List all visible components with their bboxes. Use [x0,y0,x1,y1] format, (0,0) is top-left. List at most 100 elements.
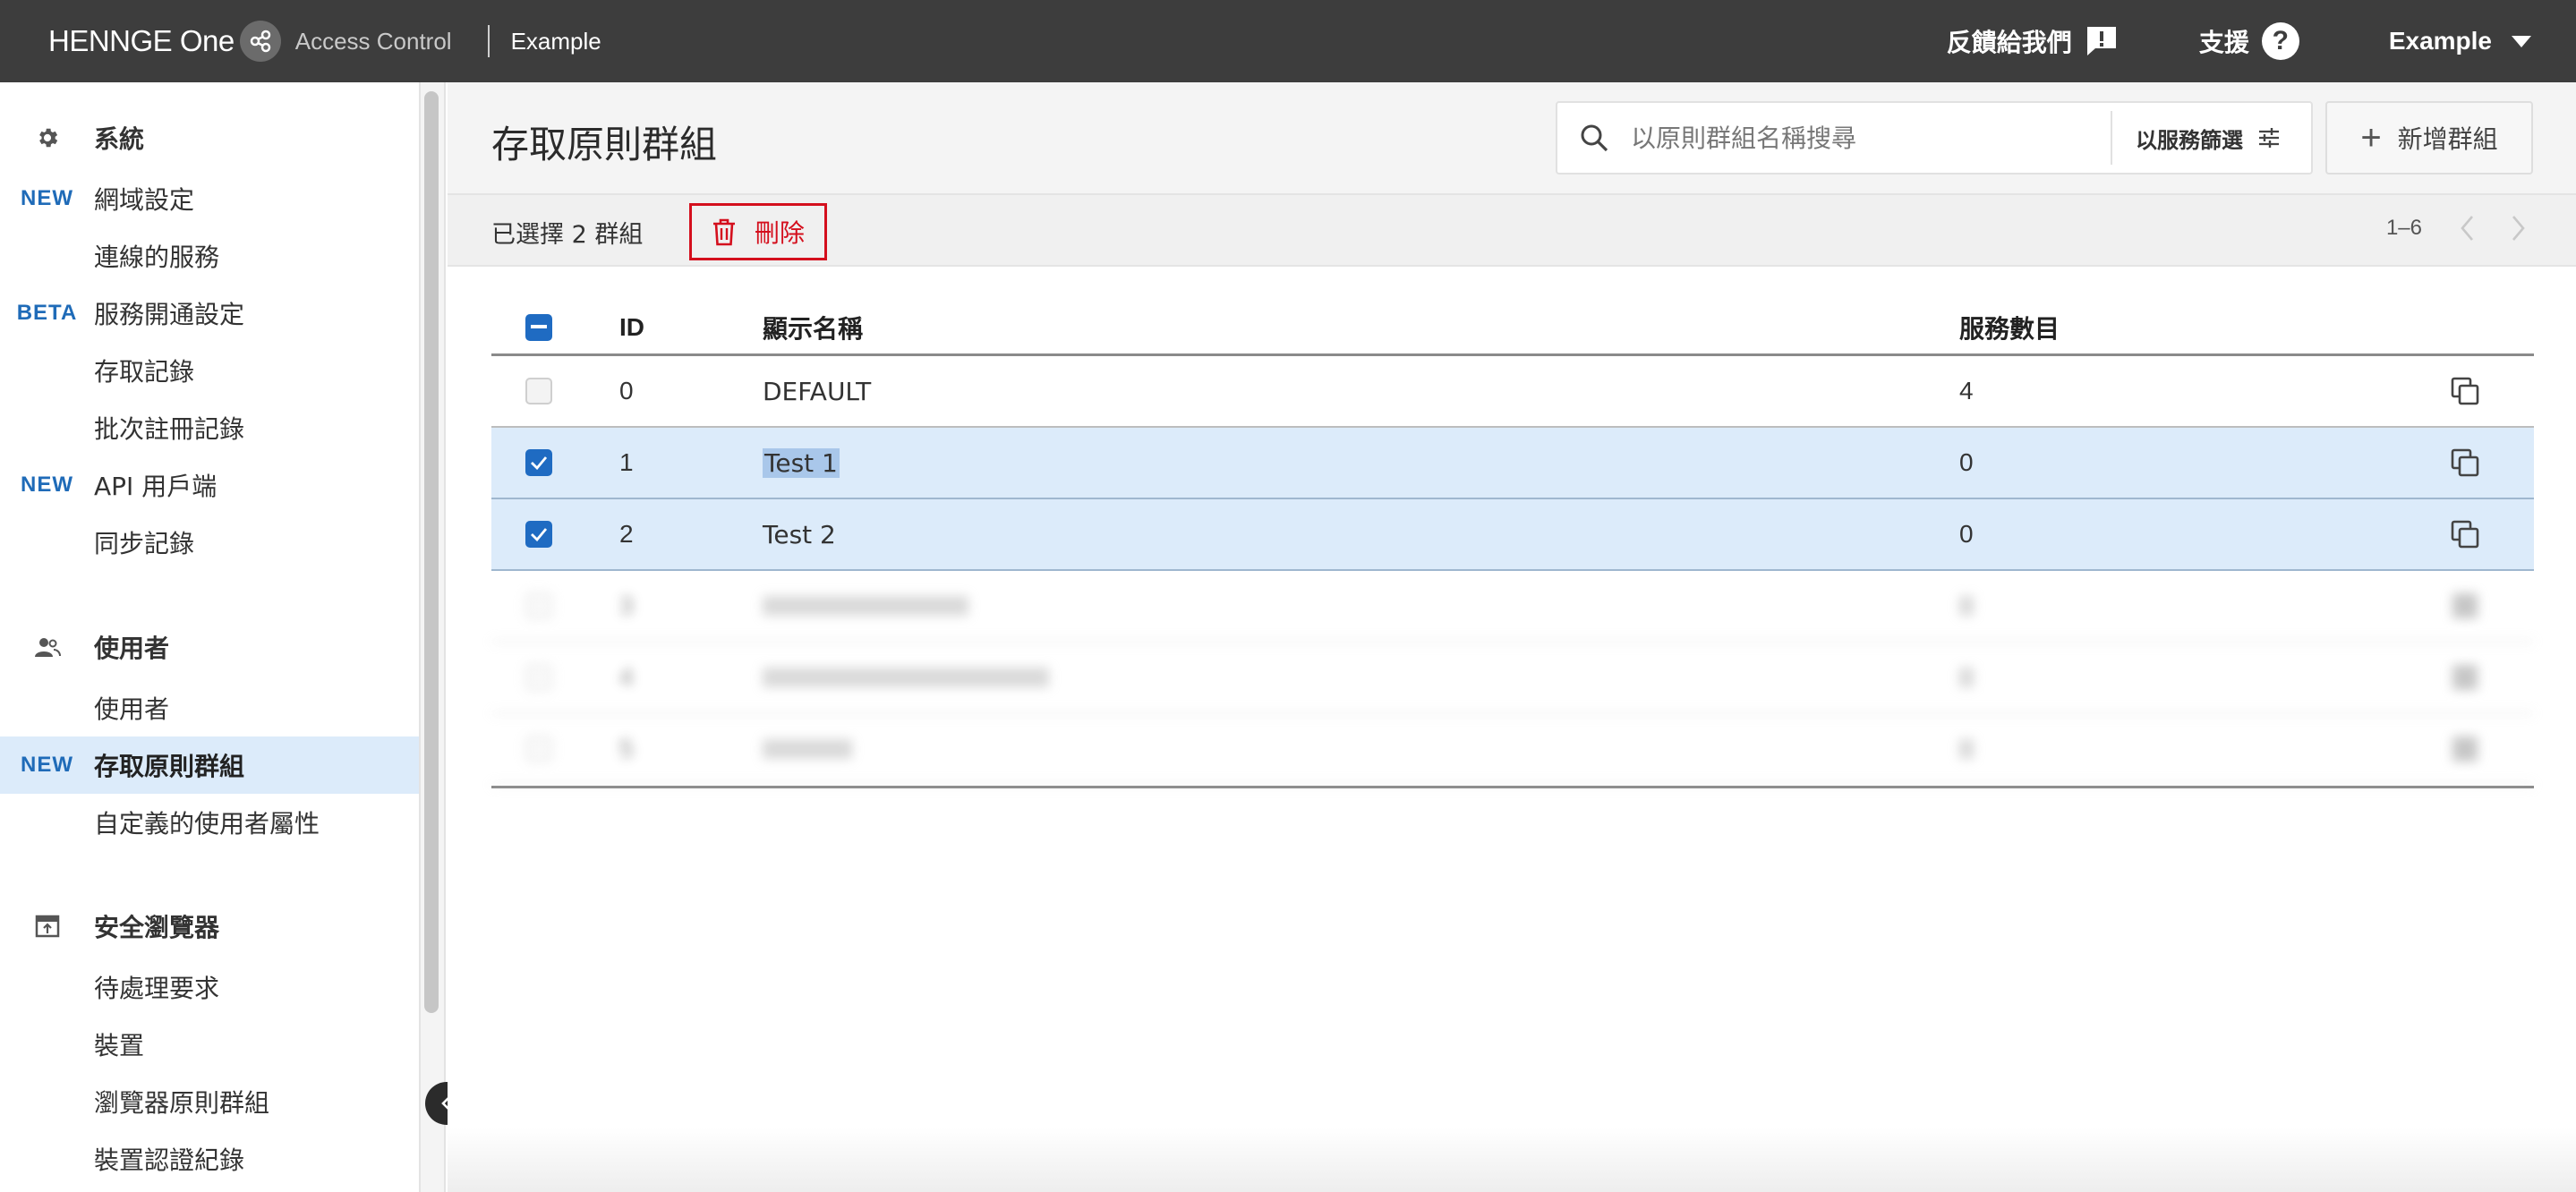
row-checkbox[interactable] [525,356,552,426]
pagination-range: 1–6 [2385,216,2422,240]
row-checkbox[interactable] [525,499,552,569]
brand[interactable]: HENNGE One Access Control Example [48,20,601,63]
row-name-redacted [763,643,1049,712]
selection-count: 已選擇 2 群組 [491,221,644,249]
feedback-icon [2085,25,2119,57]
filter-label: 以服務篩選 [2136,127,2243,153]
filter-by-service-button[interactable]: 以服務篩選 [2111,111,2311,165]
page-header: 存取原則群組 以服務篩選 [448,82,2576,193]
sidebar-section-label: 安全瀏覽器 [94,913,220,942]
sidebar-item-label: 網域設定 [94,185,195,215]
row-id: 0 [619,377,634,404]
row-name-redacted [763,714,852,784]
sidebar-section-label: 使用者 [94,634,170,663]
sidebar-item-connected-services[interactable]: 連線的服務 [0,227,419,285]
select-all-checkbox[interactable] [525,301,552,353]
table-row-blurred: 5 [491,714,2534,786]
user-menu[interactable]: Example [2389,27,2531,55]
sidebar-item-label: 自定義的使用者屬性 [94,809,320,839]
sidebar-item-api-clients[interactable]: NEW API 用戶端 [0,456,419,514]
sidebar-item-label: 使用者 [94,694,170,724]
browser-icon [0,915,94,938]
sidebar-item-custom-attributes[interactable]: 自定義的使用者屬性 [0,794,419,851]
copy-icon[interactable] [2450,499,2480,569]
copy-icon[interactable] [2450,428,2480,498]
next-page-button[interactable] [2512,215,2526,242]
copy-icon [2450,714,2480,784]
copy-icon [2450,643,2480,712]
row-checkbox [525,643,552,712]
sidebar-item-access-policy-groups[interactable]: NEW 存取原則群組 [0,736,419,794]
gear-icon [0,125,94,150]
row-service-count: 0 [1959,448,1974,476]
sidebar-item-device-auth-logs[interactable]: 裝置認證紀錄 [0,1130,419,1188]
sidebar-section-users: 使用者 [0,620,419,674]
row-name[interactable]: Test 1 [763,428,840,498]
search-input[interactable] [1631,111,2111,165]
row-count-redacted [1959,714,1974,784]
sidebar-item-sync-logs[interactable]: 同步記錄 [0,514,419,571]
support-link[interactable]: 支援 ? [2199,22,2299,60]
top-actions: 反饋給我們 支援 ? Example [1866,20,2531,63]
sidebar-section-secure-browser: 安全瀏覽器 [0,899,419,953]
sidebar-item-devices[interactable]: 裝置 [0,1016,419,1073]
sidebar-item-browser-policy-groups[interactable]: 瀏覽器原則群組 [0,1073,419,1130]
new-badge: NEW [21,186,73,210]
row-id: 1 [619,448,634,476]
sidebar-item-label: 待處理要求 [94,974,220,1003]
brand-logo-icon [239,21,281,62]
plus-icon: + [2360,117,2382,158]
chevron-down-icon [2512,35,2531,47]
tenant-name: Example [510,27,601,55]
sidebar-item-users[interactable]: 使用者 [0,679,419,736]
column-header-id[interactable]: ID [619,301,644,353]
row-id: 5 [619,735,634,762]
row-name-redacted [763,571,968,641]
sidebar-item-label: 裝置 [94,1031,145,1060]
table-row[interactable]: 2 Test 2 0 [491,499,2534,571]
add-group-button[interactable]: + 新增群組 [2325,101,2533,175]
sidebar-item-label: API 用戶端 [94,472,218,501]
product-name: Access Control [294,27,452,55]
table-row-blurred: 4 [491,643,2534,714]
sidebar-item-provisioning[interactable]: BETA 服務開通設定 [0,285,419,342]
sidebar-item-domain-settings[interactable]: NEW 網域設定 [0,170,419,227]
table-row-blurred: 3 [491,571,2534,643]
sidebar-section-system: 系統 [0,111,419,165]
table-row[interactable]: 0 DEFAULT 4 [491,356,2534,428]
sidebar-item-label: 存取記錄 [94,357,195,387]
help-icon: ? [2261,22,2299,60]
column-header-name[interactable]: 顯示名稱 [763,301,863,353]
row-id: 2 [619,520,634,548]
row-count-redacted [1959,571,1974,641]
sidebar-item-label: 批次註冊記錄 [94,414,245,444]
row-name[interactable]: DEFAULT [763,356,871,426]
sidebar-scrollbar[interactable] [424,91,439,1013]
table-row[interactable]: 1 Test 1 0 [491,428,2534,499]
sidebar-item-batch-logs[interactable]: 批次註冊記錄 [0,399,419,456]
delete-button[interactable]: 刪除 [689,203,827,260]
column-header-service-count[interactable]: 服務數目 [1959,301,2060,353]
trash-icon [712,217,737,246]
delete-label: 刪除 [754,218,805,248]
sidebar-item-label: 服務開通設定 [94,300,245,329]
copy-icon[interactable] [2450,356,2480,426]
main-content: 存取原則群組 以服務篩選 [448,82,2576,1192]
row-name[interactable]: Test 2 [763,499,836,569]
sidebar-item-label: 存取原則群組 [94,752,245,781]
sidebar-item-pending-requests[interactable]: 待處理要求 [0,958,419,1016]
sidebar: 系統 NEW 網域設定 連線的服務 BETA 服務開通設定 存取記錄 批次註冊記… [0,82,421,1192]
pagination: 1–6 [2386,215,2526,242]
feedback-link[interactable]: 反饋給我們 [1947,23,2119,59]
new-badge: NEW [21,753,73,777]
selection-toolbar: 已選擇 2 群組 刪除 1–6 [448,193,2576,267]
row-checkbox[interactable] [525,428,552,498]
sidebar-item-label: 瀏覽器原則群組 [94,1088,270,1118]
support-label: 支援 [2198,28,2249,57]
bottom-shadow [448,1128,2576,1192]
user-menu-label: Example [2388,27,2492,55]
sidebar-item-access-logs[interactable]: 存取記錄 [0,342,419,399]
tune-icon [2257,127,2281,149]
brand-name: HENNGE One [48,24,235,57]
prev-page-button[interactable] [2460,215,2474,242]
